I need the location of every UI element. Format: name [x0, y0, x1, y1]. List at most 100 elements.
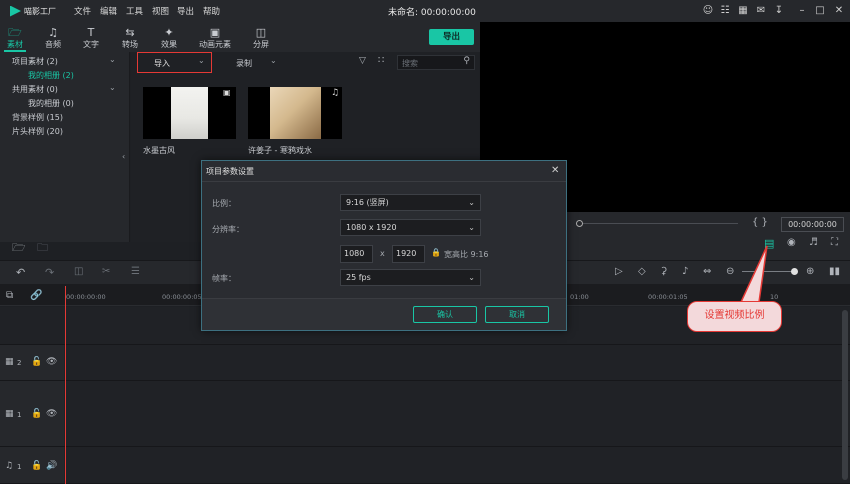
- layout-icon[interactable]: ▮▮: [829, 266, 840, 277]
- snapshot-icon[interactable]: ◉: [787, 237, 796, 248]
- volume-icon[interactable]: ♬: [809, 237, 818, 248]
- tree-item-background-samples[interactable]: 背景样例 (15): [12, 112, 63, 123]
- width-input[interactable]: 1080: [340, 245, 373, 263]
- grid-view-icon[interactable]: ∷: [378, 55, 384, 66]
- mark-in-out-icon[interactable]: { }: [752, 217, 768, 228]
- video-track-icon: ▦: [5, 409, 14, 419]
- tab-elements[interactable]: ▣ 动画元素: [193, 26, 237, 52]
- height-input[interactable]: 1920: [392, 245, 425, 263]
- tab-transition[interactable]: ⇆ 转场: [112, 26, 148, 52]
- chevron-down-icon[interactable]: ⌄: [109, 55, 116, 64]
- video-track-icon: ▦: [5, 357, 14, 367]
- mail-icon[interactable]: ✉: [754, 4, 768, 18]
- delete-folder-icon[interactable]: 🗀: [37, 239, 48, 258]
- volume-icon[interactable]: 🔊: [46, 461, 57, 471]
- search-icon[interactable]: ⚲: [463, 56, 470, 66]
- ratio-select[interactable]: 9:16 (竖屏) ⌄: [340, 194, 481, 211]
- tab-effects[interactable]: ✦ 效果: [151, 26, 187, 52]
- song-cover-image: [270, 87, 321, 139]
- tab-split-screen[interactable]: ◫ 分屏: [243, 26, 279, 52]
- playhead[interactable]: [65, 286, 66, 484]
- framerate-select[interactable]: 25 fps ⌄: [340, 269, 481, 286]
- add-track-icon[interactable]: ⧉: [6, 290, 13, 301]
- folder-icon: 🗁: [8, 26, 22, 39]
- fullscreen-icon[interactable]: ⛶: [831, 237, 838, 248]
- new-folder-icon[interactable]: 🗁: [12, 239, 26, 258]
- fit-timeline-icon[interactable]: ⇔: [703, 266, 711, 277]
- close-icon[interactable]: ✕: [551, 165, 559, 176]
- marker-icon[interactable]: ◇: [638, 266, 646, 277]
- record-dropdown[interactable]: 录制: [236, 58, 252, 69]
- media-toolbar: [0, 22, 480, 52]
- cart-icon[interactable]: ☷: [718, 4, 732, 18]
- eye-icon[interactable]: 👁: [46, 357, 57, 367]
- link-icon[interactable]: 🔗: [30, 290, 42, 301]
- cancel-button[interactable]: 取消: [485, 306, 549, 323]
- ruler-tick: 00:00:01:05: [648, 293, 688, 301]
- chevron-down-icon: ⌄: [468, 198, 475, 207]
- menu-help[interactable]: 帮助: [203, 5, 220, 17]
- render-icon[interactable]: ▷: [615, 266, 623, 277]
- menu-edit[interactable]: 编辑: [100, 5, 117, 17]
- tree-item-project-media[interactable]: 项目素材 (2): [12, 56, 58, 67]
- lock-icon[interactable]: 🔒: [431, 248, 441, 257]
- filter-icon[interactable]: ▽: [359, 56, 366, 66]
- scrubber-handle[interactable]: [576, 220, 583, 227]
- zoom-slider-handle[interactable]: [791, 268, 798, 275]
- transition-icon: ⇆: [125, 26, 135, 39]
- undo-icon[interactable]: ↶: [16, 266, 25, 279]
- preview-scrubber[interactable]: [578, 223, 738, 224]
- tab-audio[interactable]: ♫ 音频: [35, 26, 71, 52]
- microphone-icon[interactable]: ⚳: [660, 266, 667, 277]
- delete-icon[interactable]: ◫: [74, 266, 83, 277]
- callout-pointer: [739, 245, 768, 303]
- lock-icon[interactable]: 🔓: [31, 461, 42, 471]
- cut-icon[interactable]: ✂: [102, 266, 110, 277]
- close-icon[interactable]: ✕: [832, 4, 846, 18]
- confirm-button[interactable]: 确认: [413, 306, 477, 323]
- timeline-scrollbar[interactable]: [842, 310, 848, 480]
- account-icon[interactable]: ☺: [701, 4, 715, 18]
- tab-media[interactable]: 🗁 素材: [0, 26, 33, 52]
- video-track-1[interactable]: [0, 381, 850, 447]
- track-number: 1: [17, 463, 22, 471]
- tree-item-shared-media[interactable]: 共用素材 (0): [12, 84, 58, 95]
- menu-file[interactable]: 文件: [74, 5, 91, 17]
- tab-text-label: 文字: [83, 40, 99, 49]
- voiceover-icon[interactable]: ♪: [682, 266, 688, 277]
- video-track-2[interactable]: [0, 345, 850, 381]
- redo-icon[interactable]: ↷: [45, 266, 54, 279]
- search-input[interactable]: [402, 57, 460, 69]
- tree-item-shared-album[interactable]: 我的相册 (0): [28, 98, 74, 109]
- collapse-arrow-icon[interactable]: ‹: [122, 152, 125, 161]
- eye-icon[interactable]: 👁: [46, 409, 57, 419]
- aspect-ratio-text: 宽高比 9:16: [444, 250, 489, 259]
- zoom-in-icon[interactable]: ⊕: [806, 266, 814, 277]
- resolution-label: 分辨率：: [212, 225, 244, 234]
- resolution-select[interactable]: 1080 x 1920 ⌄: [340, 219, 481, 236]
- resolution-value: 1080 x 1920: [346, 223, 397, 232]
- app-logo: 喵影工厂: [10, 4, 68, 18]
- track-number: 2: [17, 359, 22, 367]
- tree-item-intro-samples[interactable]: 片头样例 (20): [12, 126, 63, 137]
- lock-icon[interactable]: 🔓: [31, 409, 42, 419]
- tab-text[interactable]: T 文字: [73, 26, 109, 52]
- audio-track-1[interactable]: [0, 447, 850, 484]
- music-note-icon: ♫: [331, 88, 340, 98]
- lock-icon[interactable]: 🔓: [31, 357, 42, 367]
- download-icon[interactable]: ↧: [772, 4, 786, 18]
- minimize-icon[interactable]: –: [795, 4, 809, 18]
- tree-item-my-album[interactable]: 我的相册 (2): [28, 70, 74, 81]
- adjust-icon[interactable]: ☰: [131, 266, 140, 277]
- maximize-icon[interactable]: □: [813, 4, 827, 18]
- export-button[interactable]: 导出: [429, 29, 474, 45]
- effects-icon: ✦: [164, 26, 174, 39]
- menu-view[interactable]: 视图: [152, 5, 169, 17]
- menu-tools[interactable]: 工具: [126, 5, 143, 17]
- save-icon[interactable]: ▦: [736, 4, 750, 18]
- logo-icon: [10, 5, 21, 17]
- menu-export[interactable]: 导出: [177, 5, 194, 17]
- import-label: 导入: [154, 59, 170, 68]
- chevron-down-icon[interactable]: ⌄: [109, 83, 116, 92]
- search-box[interactable]: ⚲: [397, 55, 475, 70]
